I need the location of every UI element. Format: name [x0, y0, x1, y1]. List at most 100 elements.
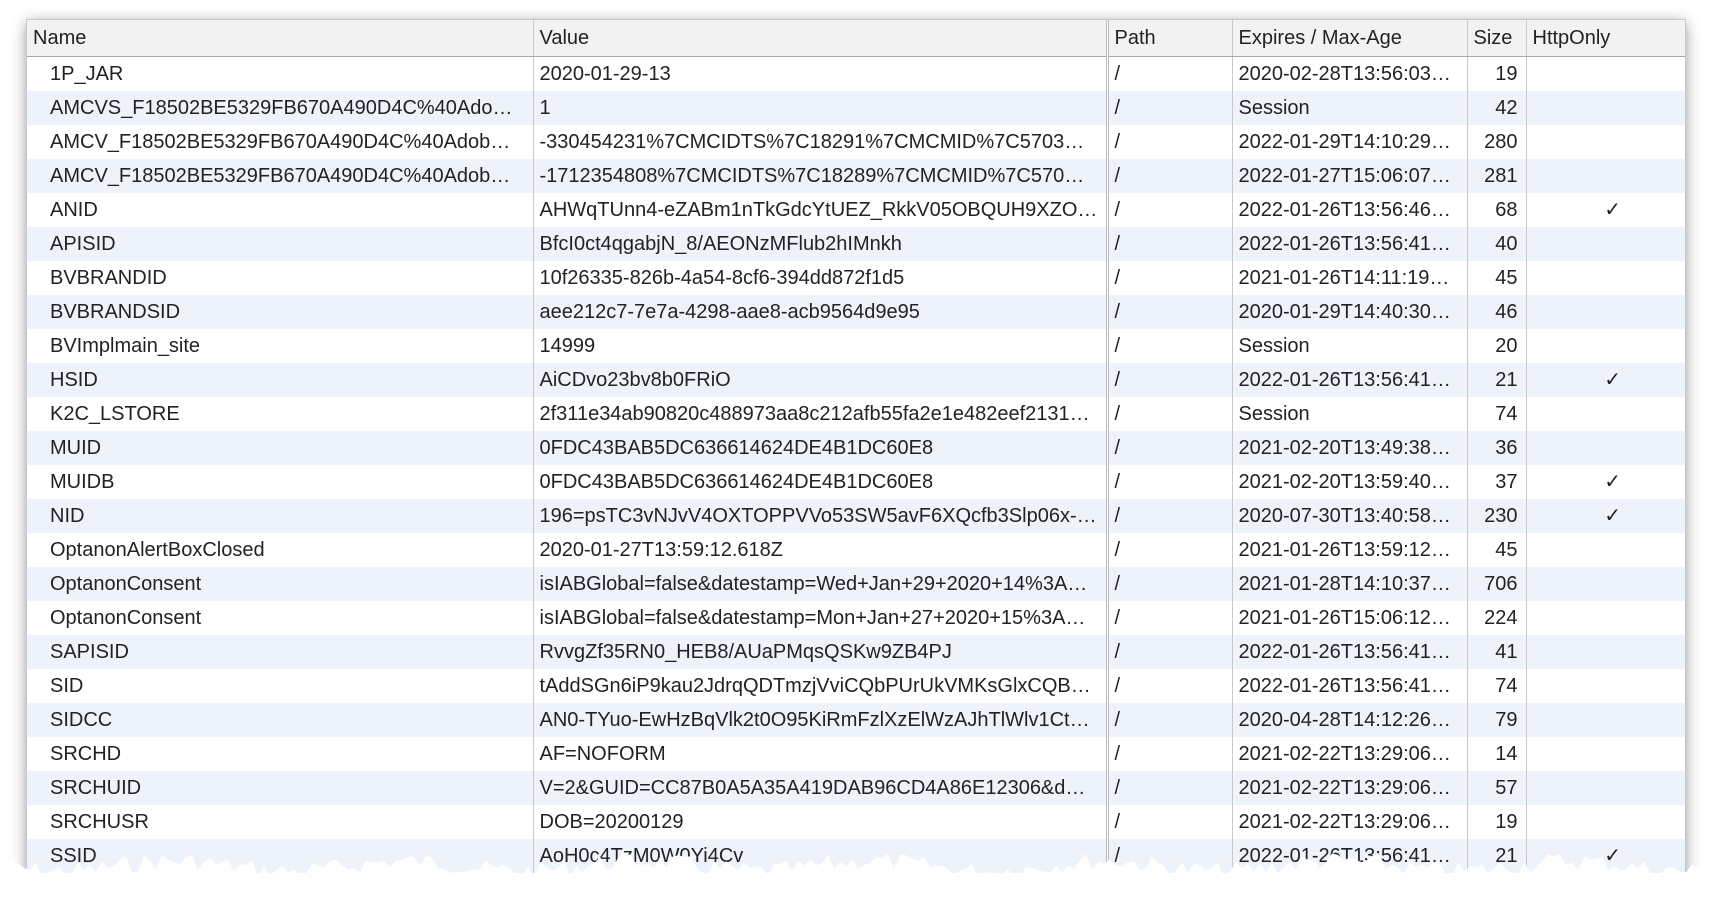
table-row[interactable]: OptanonAlertBoxClosed 2020-01-27T13:59:12…	[27, 533, 1685, 567]
cookie-value-cell: -330454231%7CMCIDTS%7C18291%7CMCMID%7C57…	[533, 125, 1108, 159]
cookie-httponly-cell: ✓	[1526, 499, 1685, 533]
table-row[interactable]: OptanonConsent isIABGlobal=false&datestam…	[27, 601, 1685, 635]
cookie-size-cell: 46	[1467, 295, 1527, 329]
cookie-name-cell: OptanonConsent	[27, 601, 534, 635]
table-row[interactable]: SID tAddSGn6iP9kau2JdrqQDTmzjVviCQbPUrUkV…	[27, 669, 1685, 703]
table-row[interactable]: MUIDB 0FDC43BAB5DC636614624DE4B1DC60E8/20…	[27, 465, 1685, 499]
cookie-size-cell: 57	[1467, 771, 1527, 805]
column-header-httponly[interactable]: HttpOnly	[1526, 20, 1685, 57]
cookie-name-cell: SID	[27, 669, 534, 703]
cookie-httponly-cell	[1526, 56, 1685, 91]
cookie-expires-cell: 2021-01-26T14:11:19…	[1232, 261, 1468, 295]
cookie-path-cell: /	[1105, 91, 1233, 125]
cookie-value-cell: 1	[533, 91, 1108, 125]
cookie-httponly-cell	[1526, 295, 1685, 329]
cookie-value-cell: 0FDC43BAB5DC636614624DE4B1DC60E8	[533, 431, 1108, 465]
table-row[interactable]: BVBRANDSID aee212c7-7e7a-4298-aae8-acb956…	[27, 295, 1685, 329]
cookie-path-cell: /	[1105, 805, 1233, 839]
cookie-path-cell: /	[1105, 567, 1233, 601]
cookie-path-cell: /	[1105, 193, 1233, 227]
column-header-value[interactable]: Value	[533, 20, 1108, 57]
cookie-value-cell: AiCDvo23bv8b0FRiO	[533, 363, 1108, 397]
cookie-expires-cell: 2020-02-28T13:56:03…	[1232, 56, 1468, 91]
cookie-size-cell: 74	[1467, 669, 1527, 703]
cookie-size-cell: 37	[1467, 465, 1527, 499]
table-row[interactable]: SRCHUID V=2&GUID=CC87B0A5A35A419DAB96CD4A…	[27, 771, 1685, 805]
cookie-name-cell: AMCVS_F18502BE5329FB670A490D4C%40Ado…	[27, 91, 534, 125]
cookie-expires-cell: 2022-01-29T14:10:29…	[1232, 125, 1468, 159]
cookie-path-cell: /	[1105, 261, 1233, 295]
table-row[interactable]: AMCV_F18502BE5329FB670A490D4C%40Adob… -17…	[27, 159, 1685, 193]
cookie-path-cell: /	[1105, 465, 1233, 499]
cookie-size-cell: 68	[1467, 193, 1527, 227]
column-header-name[interactable]: Name	[27, 20, 534, 57]
cookie-path-cell: /	[1105, 601, 1233, 635]
cookie-expires-cell: Session	[1232, 91, 1468, 125]
cookie-name-cell: NID	[27, 499, 534, 533]
cookie-size-cell: 14	[1467, 737, 1527, 771]
cookie-expires-cell: 2022-01-26T13:56:41…	[1232, 669, 1468, 703]
column-header-expires[interactable]: Expires / Max-Age	[1232, 20, 1468, 57]
table-row[interactable]: AMCVS_F18502BE5329FB670A490D4C%40Ado… 1/S…	[27, 91, 1685, 125]
cookie-name-cell: BVBRANDSID	[27, 295, 534, 329]
table-row[interactable]: APISID BfcI0ct4qgabjN_8/AEONzMFlub2hIMnkh…	[27, 227, 1685, 261]
cookie-size-cell: 79	[1467, 703, 1527, 737]
cookie-path-cell: /	[1105, 227, 1233, 261]
table-row[interactable]: BVImplmain_site 14999/Session 20	[27, 329, 1685, 363]
table-row[interactable]: 1P_JAR 2020-01-29-13/2020-02-28T13:56:03……	[27, 56, 1685, 91]
cookie-value-cell: 2f311e34ab90820c488973aa8c212afb55fa2e1e…	[533, 397, 1108, 431]
cookie-httponly-cell: ✓	[1526, 363, 1685, 397]
cookie-size-cell: 40	[1467, 227, 1527, 261]
cookie-httponly-cell	[1526, 703, 1685, 737]
table-row[interactable]: BVBRANDID 10f26335-826b-4a54-8cf6-394dd87…	[27, 261, 1685, 295]
table-row[interactable]: SRCHD AF=NOFORM/2021-02-22T13:29:06… 14	[27, 737, 1685, 771]
cookie-httponly-cell	[1526, 635, 1685, 669]
cookie-name-cell: K2C_LSTORE	[27, 397, 534, 431]
cookie-expires-cell: Session	[1232, 397, 1468, 431]
cookie-size-cell: 36	[1467, 431, 1527, 465]
cookie-value-cell: AHWqTUnn4-eZABm1nTkGdcYtUEZ_RkkV05OBQUH9…	[533, 193, 1108, 227]
cookie-size-cell: 45	[1467, 261, 1527, 295]
table-row[interactable]: NID 196=psTC3vNJvV4OXTOPPVVo53SW5avF6XQcf…	[27, 499, 1685, 533]
cookie-value-cell: AN0-TYuo-EwHzBqVlk2t0O95KiRmFzlXzElWzAJh…	[533, 703, 1108, 737]
cookie-value-cell: 2020-01-27T13:59:12.618Z	[533, 533, 1108, 567]
cookie-httponly-cell	[1526, 91, 1685, 125]
cookie-expires-cell: 2021-01-26T15:06:12…	[1232, 601, 1468, 635]
cookie-httponly-cell	[1526, 261, 1685, 295]
cookie-httponly-cell	[1526, 227, 1685, 261]
cookie-path-cell: /	[1105, 431, 1233, 465]
cookie-size-cell: 21	[1467, 363, 1527, 397]
cookie-httponly-cell: ✓	[1526, 193, 1685, 227]
column-header-path[interactable]: Path	[1105, 20, 1233, 57]
table-row[interactable]: SIDCC AN0-TYuo-EwHzBqVlk2t0O95KiRmFzlXzEl…	[27, 703, 1685, 737]
cookie-path-cell: /	[1105, 56, 1233, 91]
cookie-expires-cell: Session	[1232, 329, 1468, 363]
cookie-path-cell: /	[1105, 703, 1233, 737]
table-row[interactable]: HSID AiCDvo23bv8b0FRiO/2022-01-26T13:56:4…	[27, 363, 1685, 397]
cookie-expires-cell: 2022-01-26T13:56:41…	[1232, 363, 1468, 397]
cookie-expires-cell: 2022-01-26T13:56:41…	[1232, 227, 1468, 261]
cookie-httponly-cell	[1526, 431, 1685, 465]
cookie-path-cell: /	[1105, 669, 1233, 703]
cookie-expires-cell: 2021-02-22T13:29:06…	[1232, 737, 1468, 771]
cookie-expires-cell: 2021-02-20T13:59:40…	[1232, 465, 1468, 499]
cookie-value-cell: DOB=20200129	[533, 805, 1108, 839]
column-header-size[interactable]: Size	[1467, 20, 1527, 57]
cookie-value-cell: 14999	[533, 329, 1108, 363]
cookie-expires-cell: 2021-01-28T14:10:37…	[1232, 567, 1468, 601]
cookie-name-cell: MUID	[27, 431, 534, 465]
cookie-path-cell: /	[1105, 771, 1233, 805]
table-row[interactable]: AMCV_F18502BE5329FB670A490D4C%40Adob… -33…	[27, 125, 1685, 159]
cookie-size-cell: 45	[1467, 533, 1527, 567]
cookie-httponly-cell	[1526, 805, 1685, 839]
table-row[interactable]: SRCHUSR DOB=20200129/2021-02-22T13:29:06……	[27, 805, 1685, 839]
table-row[interactable]: SAPISID RvvgZf35RN0_HEB8/AUaPMqsQSKw9ZB4P…	[27, 635, 1685, 669]
table-row[interactable]: K2C_LSTORE 2f311e34ab90820c488973aa8c212a…	[27, 397, 1685, 431]
table-row[interactable]: MUID 0FDC43BAB5DC636614624DE4B1DC60E8/202…	[27, 431, 1685, 465]
cookie-httponly-cell	[1526, 567, 1685, 601]
cookie-name-cell: BVImplmain_site	[27, 329, 534, 363]
cookie-size-cell: 19	[1467, 56, 1527, 91]
table-row[interactable]: OptanonConsent isIABGlobal=false&datestam…	[27, 567, 1685, 601]
table-row[interactable]: ANID AHWqTUnn4-eZABm1nTkGdcYtUEZ_RkkV05OB…	[27, 193, 1685, 227]
cookie-size-cell: 706	[1467, 567, 1527, 601]
